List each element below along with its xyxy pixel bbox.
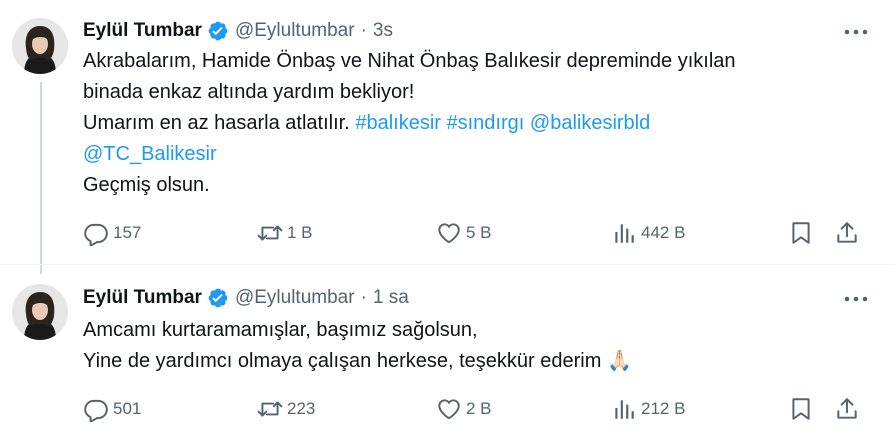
like-button[interactable]: 2 B xyxy=(436,394,492,424)
tweet-text-segment: Yine de yardımcı olmaya çalışan herkese,… xyxy=(83,350,602,372)
action-bar: 157 1 B 5 B 442 B xyxy=(83,218,865,248)
tweet-text: Amcamı kurtaramamışlar, başımız sağolsun… xyxy=(83,315,632,377)
more-icon[interactable] xyxy=(843,289,869,309)
repost-icon xyxy=(257,220,283,246)
share-icon xyxy=(834,220,860,246)
reply-button[interactable]: 157 xyxy=(83,218,141,248)
tweet-text-line: Akrabalarım, Hamide Önbaş ve Nihat Önbaş… xyxy=(83,50,736,72)
repost-icon xyxy=(257,396,283,422)
praying-hands-emoji: 🙏🏻 xyxy=(606,350,632,372)
tweet-header: Eylül Tumbar @Eylultumbar · 1 sa xyxy=(83,285,409,311)
tweet-text: Akrabalarım, Hamide Önbaş ve Nihat Önbaş… xyxy=(83,46,736,201)
mention-link[interactable]: @balikesirbld xyxy=(530,112,650,134)
bookmark-button[interactable] xyxy=(788,218,814,248)
author-handle[interactable]: @Eylultumbar xyxy=(235,20,355,42)
tweet-text-line: Amcamı kurtaramamışlar, başımız sağolsun… xyxy=(83,319,478,341)
views-icon xyxy=(611,396,637,422)
like-count: 5 B xyxy=(466,223,492,242)
author-name[interactable]: Eylül Tumbar xyxy=(83,20,202,42)
avatar-photo xyxy=(12,284,68,340)
views-count: 212 B xyxy=(641,399,686,418)
tweet-text-line: binada enkaz altında yardım bekliyor! xyxy=(83,81,415,103)
author-name[interactable]: Eylül Tumbar xyxy=(83,287,202,309)
views-button[interactable]: 442 B xyxy=(611,218,685,248)
tweet-text-line: Umarım en az hasarla atlatılır. #balıkes… xyxy=(83,108,736,139)
share-button[interactable] xyxy=(834,394,860,424)
repost-count: 223 xyxy=(287,399,316,418)
tweet-text-segment: Umarım en az hasarla atlatılır. xyxy=(83,112,356,134)
action-bar: 501 223 2 B 212 B xyxy=(83,394,865,424)
bookmark-icon xyxy=(788,396,814,422)
hashtag-link[interactable]: #sındırgı xyxy=(447,112,525,134)
mention-link[interactable]: @TC_Balikesir xyxy=(83,143,217,165)
avatar-photo xyxy=(12,18,68,74)
views-count: 442 B xyxy=(641,223,686,242)
tweet-text-line: @TC_Balikesir xyxy=(83,139,736,170)
verified-badge-icon xyxy=(207,20,229,42)
like-count: 2 B xyxy=(466,399,492,418)
tweet-1[interactable]: Eylül Tumbar @Eylultumbar · 3s Akrabalar… xyxy=(0,0,895,264)
timestamp[interactable]: 3s xyxy=(373,20,393,42)
heart-icon xyxy=(436,396,462,422)
author-handle[interactable]: @Eylultumbar xyxy=(235,287,355,309)
hashtag-link[interactable]: #balıkesir xyxy=(355,112,441,134)
share-button[interactable] xyxy=(834,218,860,248)
timestamp[interactable]: 1 sa xyxy=(373,287,409,309)
reply-icon xyxy=(83,220,109,246)
like-button[interactable]: 5 B xyxy=(436,218,492,248)
views-icon xyxy=(611,220,637,246)
tweet-text-line: Geçmiş olsun. xyxy=(83,174,210,196)
heart-icon xyxy=(436,220,462,246)
reply-count: 501 xyxy=(113,399,142,418)
verified-badge-icon xyxy=(207,287,229,309)
reply-icon xyxy=(83,396,109,422)
repost-button[interactable]: 1 B xyxy=(257,218,313,248)
reply-count: 157 xyxy=(113,223,142,242)
views-button[interactable]: 212 B xyxy=(611,394,685,424)
repost-button[interactable]: 223 xyxy=(257,394,315,424)
tweet-text-line: Yine de yardımcı olmaya çalışan herkese,… xyxy=(83,346,632,377)
avatar[interactable] xyxy=(12,18,68,74)
separator-dot: · xyxy=(360,287,367,308)
share-icon xyxy=(834,396,860,422)
tweet-header: Eylül Tumbar @Eylultumbar · 3s xyxy=(83,18,393,44)
avatar[interactable] xyxy=(12,284,68,340)
more-icon[interactable] xyxy=(843,22,869,42)
repost-count: 1 B xyxy=(287,223,313,242)
reply-button[interactable]: 501 xyxy=(83,394,141,424)
tweet-2[interactable]: Eylül Tumbar @Eylultumbar · 1 sa Amcamı … xyxy=(0,264,895,445)
bookmark-icon xyxy=(788,220,814,246)
separator-dot: · xyxy=(360,20,367,41)
bookmark-button[interactable] xyxy=(788,394,814,424)
